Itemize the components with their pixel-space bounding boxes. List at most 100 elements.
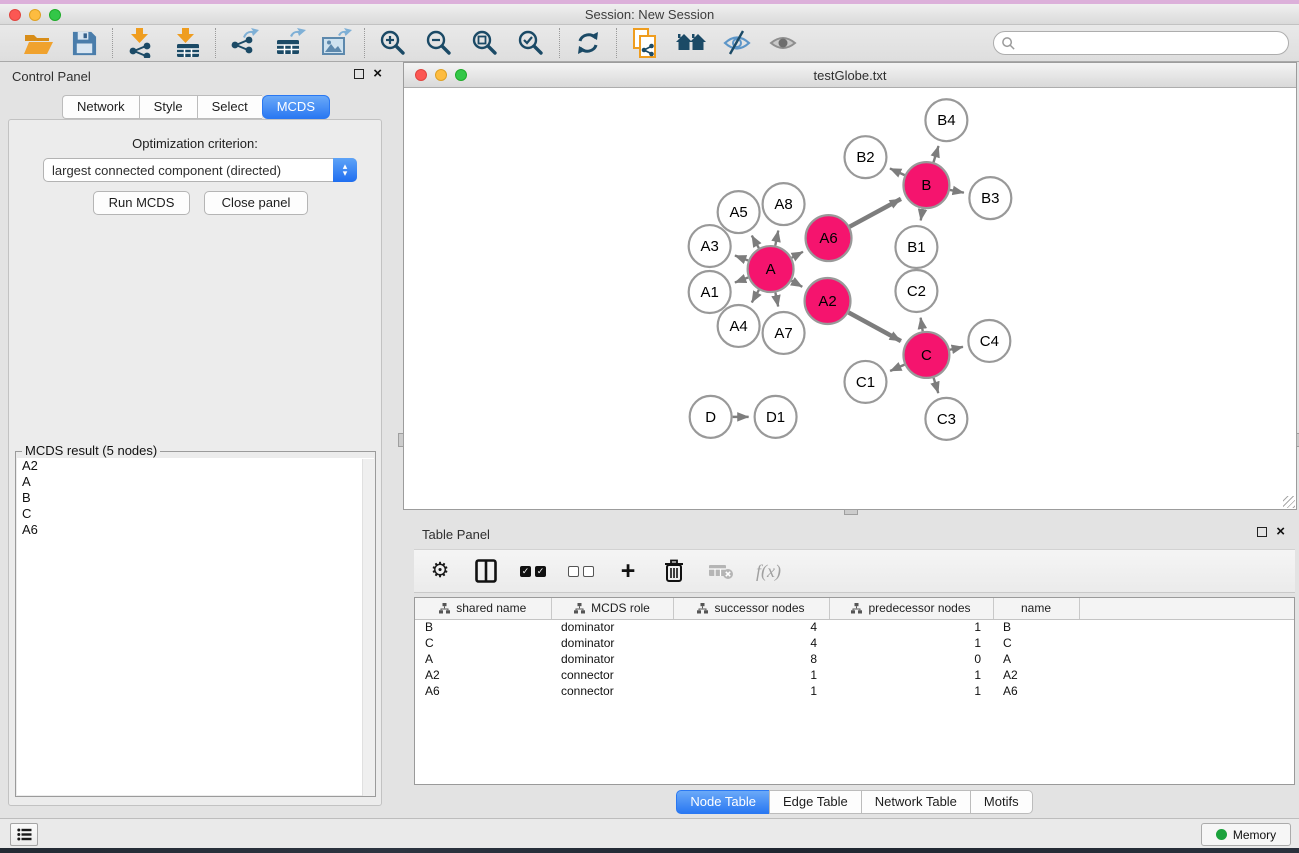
- table-cell[interactable]: 1: [673, 667, 829, 683]
- deselect-all-icon[interactable]: [568, 558, 594, 584]
- graph-node-A8[interactable]: A8: [763, 183, 805, 225]
- graph-node-A7[interactable]: A7: [763, 312, 805, 354]
- graph-edge-C-C3[interactable]: [934, 378, 939, 393]
- table-cell[interactable]: 1: [673, 683, 829, 699]
- zoom-selected-button[interactable]: [515, 27, 547, 59]
- open-session-button[interactable]: [22, 27, 54, 59]
- table-row[interactable]: Cdominator41C: [415, 635, 1294, 651]
- home-button[interactable]: [675, 27, 707, 59]
- graph-node-D1[interactable]: D1: [755, 396, 797, 438]
- table-cell[interactable]: A2: [993, 667, 1079, 683]
- run-mcds-button[interactable]: Run MCDS: [93, 191, 190, 215]
- graph-edge-A-A7[interactable]: [775, 293, 778, 307]
- float-panel-icon[interactable]: [1257, 527, 1267, 537]
- save-session-button[interactable]: [68, 27, 100, 59]
- table-cell[interactable]: connector: [551, 683, 673, 699]
- close-panel-icon[interactable]: ×: [373, 68, 382, 80]
- graph-edge-A-A1[interactable]: [735, 278, 748, 283]
- show-panels-list-button[interactable]: [10, 823, 38, 846]
- table-cell[interactable]: dominator: [551, 635, 673, 651]
- graph-edge-C-C2[interactable]: [921, 318, 923, 332]
- table-cell[interactable]: 4: [673, 635, 829, 651]
- graph-node-B[interactable]: B: [903, 162, 949, 208]
- table-cell[interactable]: C: [993, 635, 1079, 651]
- tab-network-table[interactable]: Network Table: [861, 790, 970, 814]
- graph-edge-A6-B[interactable]: [850, 199, 901, 227]
- table-cell[interactable]: A6: [993, 683, 1079, 699]
- table-cell[interactable]: C: [415, 635, 551, 651]
- graph-edge-A-A8[interactable]: [775, 231, 778, 246]
- vertical-scrollbar-stub[interactable]: [398, 433, 404, 447]
- table-cell[interactable]: A: [415, 651, 551, 667]
- optimization-criterion-dropdown[interactable]: largest connected component (directed) ▴…: [43, 158, 357, 182]
- show-all-button[interactable]: [767, 27, 799, 59]
- graph-edge-C-C1[interactable]: [890, 365, 904, 371]
- graph-node-C1[interactable]: C1: [845, 361, 887, 403]
- graph-node-A6[interactable]: A6: [806, 215, 852, 261]
- graph-edge-C-C4[interactable]: [950, 347, 963, 350]
- table-cell[interactable]: 1: [829, 635, 993, 651]
- mcds-result-item[interactable]: A2: [17, 458, 374, 474]
- import-table-button[interactable]: [171, 27, 203, 59]
- mcds-result-item[interactable]: A6: [17, 522, 374, 538]
- zoom-out-button[interactable]: [423, 27, 455, 59]
- table-cell[interactable]: dominator: [551, 619, 673, 635]
- search-input[interactable]: [1016, 34, 1288, 52]
- graph-edge-A2-C[interactable]: [849, 312, 901, 341]
- graph-edge-A-A2[interactable]: [791, 281, 802, 287]
- graph-node-A[interactable]: A: [748, 246, 794, 292]
- mcds-result-item[interactable]: A: [17, 474, 374, 490]
- network-canvas[interactable]: B4B2BB3A5A8A6B1A3AC2A1A2A4A7C4CC1C3DD1: [404, 88, 1296, 509]
- export-table-button[interactable]: [274, 27, 306, 59]
- column-header-shared-name[interactable]: shared name: [415, 598, 551, 619]
- zoom-in-button[interactable]: [377, 27, 409, 59]
- tab-mcds[interactable]: MCDS: [262, 95, 330, 119]
- close-panel-icon[interactable]: ×: [1276, 526, 1285, 538]
- graph-node-A2[interactable]: A2: [805, 278, 851, 324]
- table-cell[interactable]: 4: [673, 619, 829, 635]
- delete-column-icon[interactable]: [662, 558, 686, 584]
- split-panes-icon[interactable]: [474, 558, 498, 584]
- horizontal-scrollbar-stub[interactable]: [844, 509, 858, 515]
- table-row[interactable]: A6connector11A6: [415, 683, 1294, 699]
- add-column-icon[interactable]: +: [616, 558, 640, 584]
- graph-edge-B-B3[interactable]: [950, 190, 964, 193]
- mcds-result-item[interactable]: C: [17, 506, 374, 522]
- table-cell[interactable]: 1: [829, 683, 993, 699]
- graph-node-A1[interactable]: A1: [689, 271, 731, 313]
- close-panel-button[interactable]: Close panel: [204, 191, 308, 215]
- tab-network[interactable]: Network: [62, 95, 139, 119]
- column-header-predecessor-nodes[interactable]: predecessor nodes: [829, 598, 993, 619]
- table-cell[interactable]: 0: [829, 651, 993, 667]
- graph-node-B2[interactable]: B2: [845, 136, 887, 178]
- table-cell[interactable]: connector: [551, 667, 673, 683]
- graph-edge-A-A6[interactable]: [792, 252, 803, 258]
- zoom-fit-button[interactable]: [469, 27, 501, 59]
- table-row[interactable]: Adominator80A: [415, 651, 1294, 667]
- clone-network-button[interactable]: [629, 27, 661, 59]
- graph-node-C3[interactable]: C3: [925, 398, 967, 440]
- graph-edge-B-B4[interactable]: [934, 146, 939, 162]
- table-cell[interactable]: 1: [829, 619, 993, 635]
- graph-node-C4[interactable]: C4: [968, 320, 1010, 362]
- graph-node-A5[interactable]: A5: [718, 191, 760, 233]
- tab-style[interactable]: Style: [139, 95, 197, 119]
- export-image-button[interactable]: [320, 27, 352, 59]
- graph-edge-B-B2[interactable]: [890, 168, 905, 175]
- graph-edge-B-B1[interactable]: [921, 209, 923, 221]
- mcds-result-scrollbar[interactable]: [362, 459, 375, 796]
- tab-motifs[interactable]: Motifs: [970, 790, 1033, 814]
- import-network-button[interactable]: [125, 27, 157, 59]
- hide-selected-button[interactable]: [721, 27, 753, 59]
- graph-edge-A-A3[interactable]: [735, 256, 748, 261]
- graph-node-D[interactable]: D: [690, 396, 732, 438]
- table-cell[interactable]: 1: [829, 667, 993, 683]
- column-header-name[interactable]: name: [993, 598, 1079, 619]
- graph-node-B1[interactable]: B1: [895, 226, 937, 268]
- export-network-button[interactable]: [228, 27, 260, 59]
- graph-node-B3[interactable]: B3: [969, 177, 1011, 219]
- table-cell[interactable]: A6: [415, 683, 551, 699]
- column-header-successor-nodes[interactable]: successor nodes: [673, 598, 829, 619]
- table-cell[interactable]: B: [993, 619, 1079, 635]
- memory-button[interactable]: Memory: [1201, 823, 1291, 846]
